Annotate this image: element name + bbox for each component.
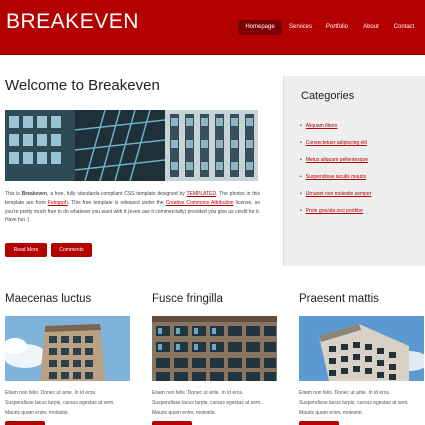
- column-text-line: Mauris quam enim, molestie.: [299, 410, 363, 416]
- column-button[interactable]: [152, 421, 192, 425]
- column-text-line: Suspendisse lacus turpis, cursus egestas…: [152, 400, 262, 406]
- column-text-line: Suspendisse lacus turpis, cursus egestas…: [5, 400, 115, 406]
- hero-image: [5, 110, 258, 181]
- bullet-icon: •: [300, 191, 302, 197]
- bullet-icon: •: [300, 140, 302, 146]
- intro-text-part: . This free template is released under t…: [67, 199, 166, 206]
- nav-services[interactable]: Services: [282, 20, 318, 35]
- bullet-icon: •: [300, 208, 302, 214]
- column-text-line: Mauris quam enim, molestie.: [5, 410, 69, 416]
- read-more-button[interactable]: Read More: [5, 243, 47, 257]
- category-link[interactable]: Proin gravida orci porttitor: [306, 208, 363, 214]
- column-text: Etiam non felis. Donec ut ante. In id er…: [5, 388, 132, 418]
- column-image: [299, 316, 424, 381]
- nav-portfolio[interactable]: Portfolio: [318, 20, 356, 35]
- fotogrph-link[interactable]: Fotogrph: [48, 200, 68, 206]
- nav-contact[interactable]: Contact: [386, 20, 422, 35]
- column-button[interactable]: [299, 421, 339, 425]
- column-image: [5, 316, 130, 381]
- bullet-icon: •: [300, 157, 302, 163]
- site-logo[interactable]: BREAKEVEN: [6, 10, 139, 34]
- column-title: Fusce fringilla: [152, 293, 223, 305]
- page-title: Welcome to Breakeven: [5, 77, 160, 94]
- category-item: • Consectetuer adipiscing elit: [300, 140, 371, 157]
- category-item: • Suspendisse iaculis mauris: [300, 174, 371, 191]
- bullet-icon: •: [300, 174, 302, 180]
- column-text-line: Etiam non felis. Donec ut ante. In id er…: [5, 390, 97, 396]
- creative-commons-link[interactable]: Creative Commons Attribution: [166, 200, 234, 206]
- sidebar: Categories • Aliquam libero • Consectetuer…: [283, 76, 425, 266]
- category-item: • Metus aliquam pellentesque: [300, 157, 371, 174]
- templated-link[interactable]: TEMPLATED: [186, 191, 216, 197]
- nav-homepage[interactable]: Homepage: [238, 20, 282, 35]
- feature-column-3: Praesent mattis Etiam non felis. Donec u…: [299, 293, 425, 425]
- category-item: • Urnanet non molestie semper: [300, 191, 371, 208]
- category-item: • Aliquam libero: [300, 123, 371, 140]
- intro-brand: Breakeven: [21, 191, 48, 197]
- intro-text-part: This is: [5, 191, 22, 197]
- column-text-line: Etiam non felis. Donec ut ante. In id er…: [152, 390, 244, 396]
- column-title: Maecenas luctus: [5, 293, 92, 305]
- intro-text: This is Breakeven, a free, fully standar…: [5, 190, 260, 225]
- column-text-line: Mauris quam enim, molestie.: [152, 410, 216, 416]
- feature-column-2: Fusce fringilla Etiam non felis. Donec u…: [152, 293, 282, 425]
- category-list: • Aliquam libero • Consectetuer adipiscing…: [300, 123, 371, 225]
- column-image: [152, 316, 277, 381]
- sidebar-title: Categories: [301, 90, 355, 102]
- column-button[interactable]: [5, 421, 45, 425]
- feature-column-1: Maecenas luctus Etiam non felis. Donec u…: [5, 293, 135, 425]
- category-link[interactable]: Aliquam libero: [306, 123, 338, 129]
- intro-text-part: , a free, fully standards-compliant CSS …: [47, 191, 187, 197]
- category-item: • Proin gravida orci porttitor: [300, 208, 371, 225]
- column-text-line: Suspendisse lacus turpis, cursus egestas…: [299, 400, 409, 406]
- category-link[interactable]: Suspendisse iaculis mauris: [306, 174, 366, 180]
- comments-button[interactable]: Comments: [51, 243, 92, 257]
- category-link[interactable]: Metus aliquam pellentesque: [306, 157, 368, 163]
- column-text: Etiam non felis. Donec ut ante. In id er…: [152, 388, 279, 418]
- main-nav: Homepage Services Portfolio About Contac…: [238, 20, 422, 35]
- site-header: BREAKEVEN Homepage Services Portfolio Ab…: [0, 0, 425, 55]
- column-text: Etiam non felis. Donec ut ante. In id er…: [299, 388, 425, 418]
- nav-about[interactable]: About: [356, 20, 386, 35]
- column-title: Praesent mattis: [299, 293, 379, 305]
- bullet-icon: •: [300, 123, 302, 129]
- category-link[interactable]: Consectetuer adipiscing elit: [306, 140, 367, 146]
- category-link[interactable]: Urnanet non molestie semper: [306, 191, 372, 197]
- column-text-line: Etiam non felis. Donec ut ante. In id er…: [299, 390, 391, 396]
